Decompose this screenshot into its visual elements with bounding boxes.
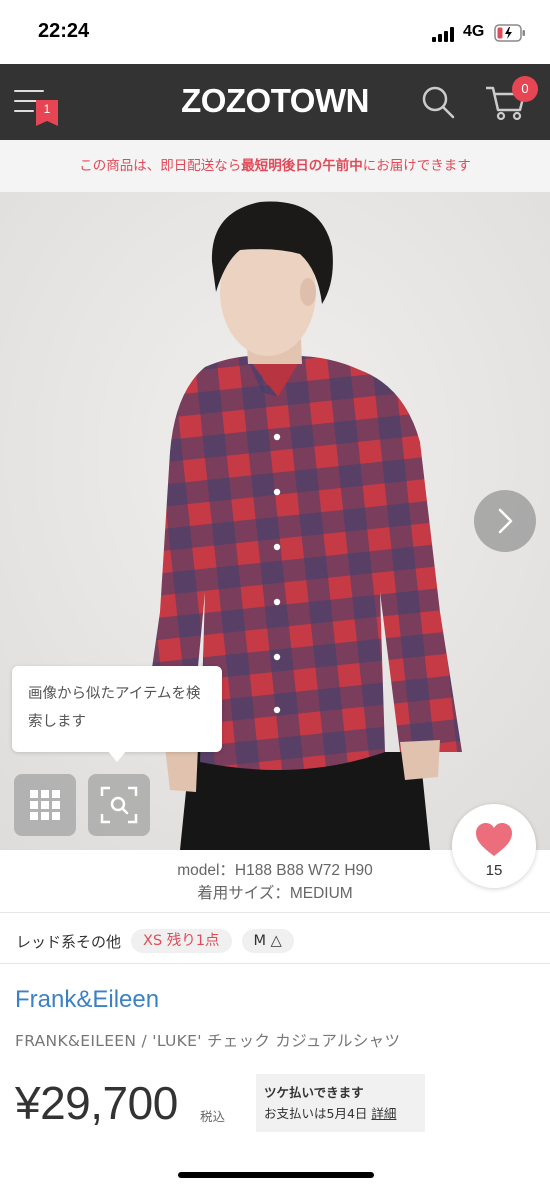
divider [0,963,550,964]
cart-badge: 0 [512,76,538,102]
delivery-banner: この商品は、即日配送なら最短明後日の午前中にお届けできます [0,140,550,192]
site-logo[interactable]: ZOZOTOWN [150,82,400,120]
model-wearing-size: 着用サイズ：MEDIUM [197,885,353,902]
payment-title: ツケ払いできます [264,1085,364,1100]
model-measurements: model：H188 B88 W72 H90 [177,862,373,879]
search-button[interactable] [420,84,456,120]
delivery-prefix: この商品は、即日配送なら [79,158,242,174]
size-chip-m[interactable]: M △ [241,929,294,953]
brand-link[interactable]: Frank&Eileen [15,986,159,1014]
search-icon [422,86,455,119]
payment-detail: お支払いは5月4日 [264,1106,368,1121]
menu-badge-count: 1 [43,102,51,116]
image-search-tooltip: 画像から似たアイテムを検索します [12,666,222,752]
deferred-payment-box: ツケ払いできます お支払いは5月4日 詳細 [256,1074,425,1132]
app-header: 1 ZOZOTOWN [0,64,550,140]
delivery-suffix: にお届けできます [362,158,471,174]
image-search-button[interactable] [88,774,150,836]
signal-icon [432,26,458,42]
status-time: 22:24 [38,20,90,42]
home-indicator [178,1172,374,1178]
divider [0,912,550,913]
next-image-button[interactable] [474,490,536,552]
status-bar: 22:24 4G [0,0,550,64]
product-price: ¥29,700 [15,1077,178,1129]
tax-label: 税込 [200,1109,226,1124]
battery-icon [494,23,526,43]
delivery-highlight: 最短明後日の午前中 [241,158,363,174]
image-search-icon [100,786,138,824]
chevron-right-icon [498,508,513,534]
variant-row: レッド系その他 XS 残り1点 M △ [16,928,294,954]
model-info: model：H188 B88 W72 H90 着用サイズ：MEDIUM [0,850,550,912]
tooltip-arrow [107,750,127,762]
size-chip-xs[interactable]: XS 残り1点 [131,929,232,953]
color-label: レッド系その他 [16,932,122,951]
product-name: FRANK&EILEEN / 'LUKE' チェック カジュアルシャツ [15,1032,401,1050]
thumbnail-grid-button[interactable] [14,774,76,836]
network-label: 4G [463,23,485,40]
payment-detail-link[interactable]: 詳細 [371,1106,396,1121]
grid-icon [30,790,60,820]
